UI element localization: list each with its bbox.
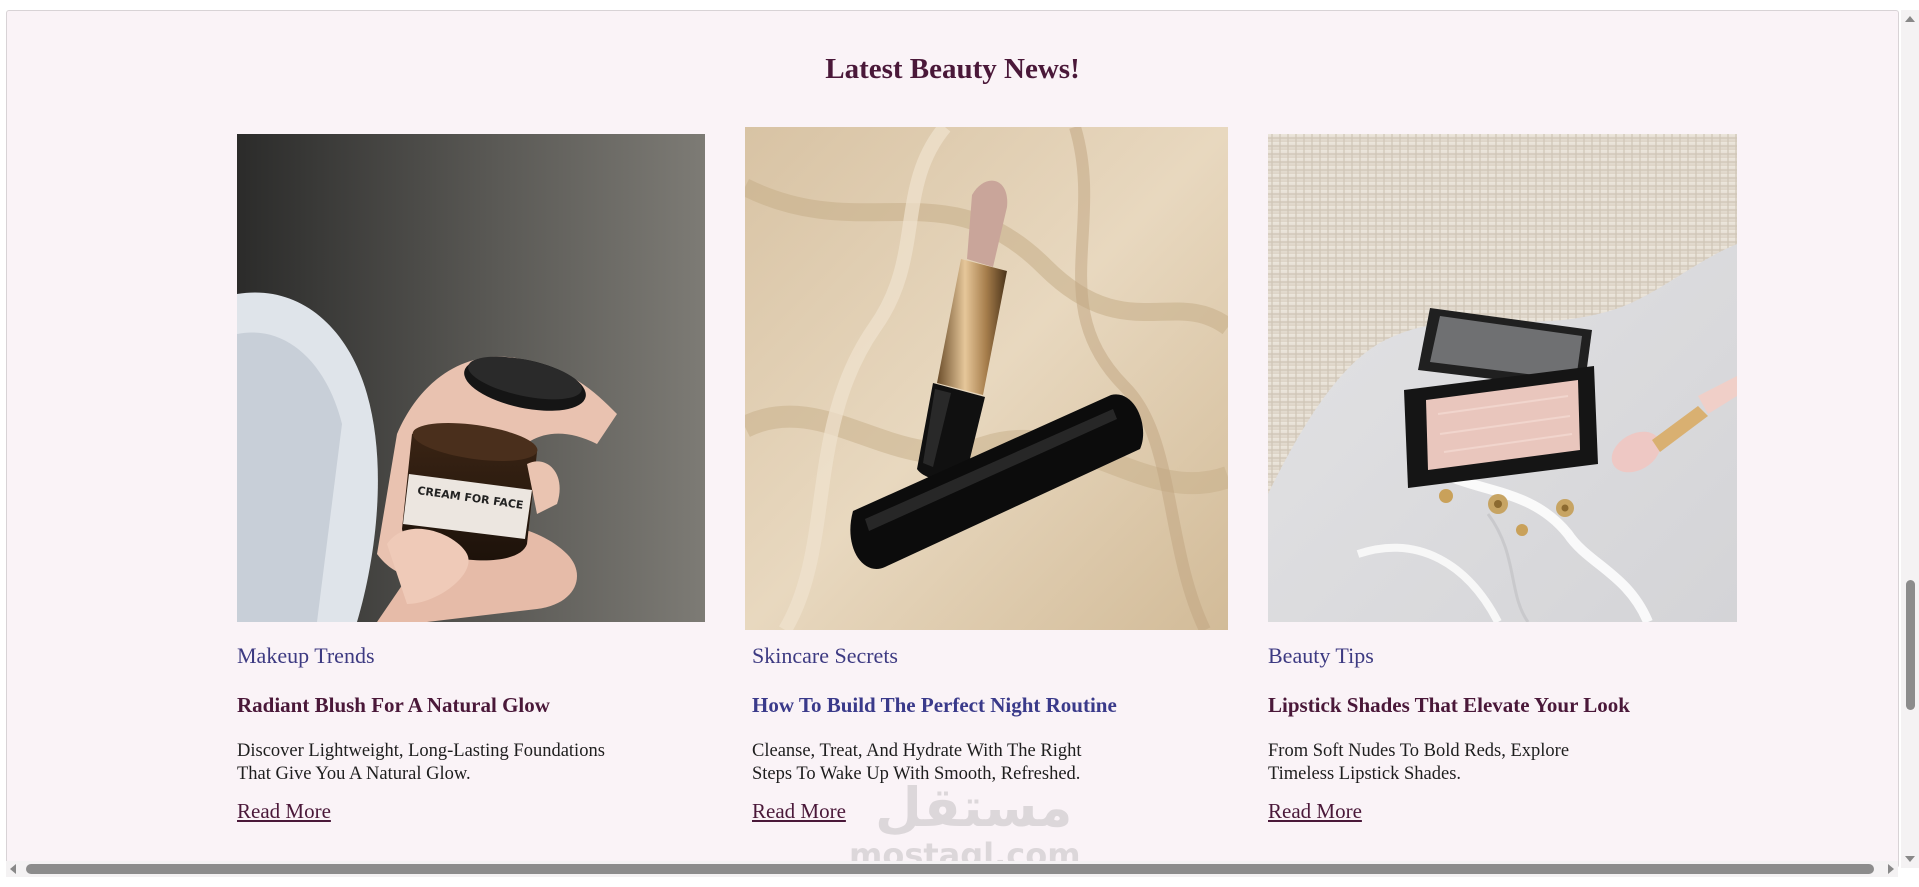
scroll-left-arrow-icon[interactable] [10, 864, 16, 874]
page-frame: Latest Beauty News! CREAM FOR FACE Makeu… [6, 10, 1899, 868]
card-title[interactable]: How To Build The Perfect Night Routine [752, 693, 1117, 718]
scroll-down-arrow-icon[interactable] [1905, 856, 1915, 862]
vertical-scrollbar[interactable] [1901, 10, 1919, 868]
card-description-line: Cleanse, Treat, And Hydrate With The Rig… [752, 741, 1082, 761]
card-description-line: Timeless Lipstick Shades. [1268, 764, 1462, 784]
card-category[interactable]: Beauty Tips [1268, 643, 1374, 669]
read-more-link[interactable]: Read More [237, 799, 331, 824]
read-more-link[interactable]: Read More [1268, 799, 1362, 824]
horizontal-scroll-thumb[interactable] [26, 864, 1874, 874]
card-description-line: That Give You A Natural Glow. [237, 764, 471, 784]
lipstick-photo [745, 127, 1228, 630]
horizontal-scrollbar[interactable] [6, 861, 1898, 877]
card-description-line: From Soft Nudes To Bold Reds, Explore [1268, 741, 1570, 761]
card-category[interactable]: Makeup Trends [237, 643, 375, 669]
card-image-blush-compact[interactable] [1268, 134, 1737, 622]
card-description: Cleanse, Treat, And Hydrate With The Rig… [752, 740, 1172, 786]
section-title: Latest Beauty News! [825, 53, 1080, 85]
card-image-cream-jar[interactable]: CREAM FOR FACE [237, 134, 705, 622]
card-description-line: Steps To Wake Up With Smooth, Refreshed. [752, 764, 1081, 784]
card-description: From Soft Nudes To Bold Reds, Explore Ti… [1268, 740, 1688, 786]
card-category[interactable]: Skincare Secrets [752, 643, 898, 669]
read-more-link[interactable]: Read More [752, 799, 846, 824]
card-image-lipstick[interactable] [745, 127, 1228, 630]
scroll-right-arrow-icon[interactable] [1888, 864, 1894, 874]
card-title[interactable]: Lipstick Shades That Elevate Your Look [1268, 693, 1630, 718]
card-description-line: Discover Lightweight, Long-Lasting Found… [237, 741, 605, 761]
blush-compact-photo [1268, 134, 1737, 622]
watermark-logo: مستقل mostaql.com [845, 776, 1085, 867]
vertical-scroll-thumb[interactable] [1906, 580, 1915, 710]
card-description: Discover Lightweight, Long-Lasting Found… [237, 740, 657, 786]
cream-jar-photo: CREAM FOR FACE [237, 134, 705, 622]
card-title[interactable]: Radiant Blush For A Natural Glow [237, 693, 550, 718]
scroll-up-arrow-icon[interactable] [1905, 16, 1915, 22]
